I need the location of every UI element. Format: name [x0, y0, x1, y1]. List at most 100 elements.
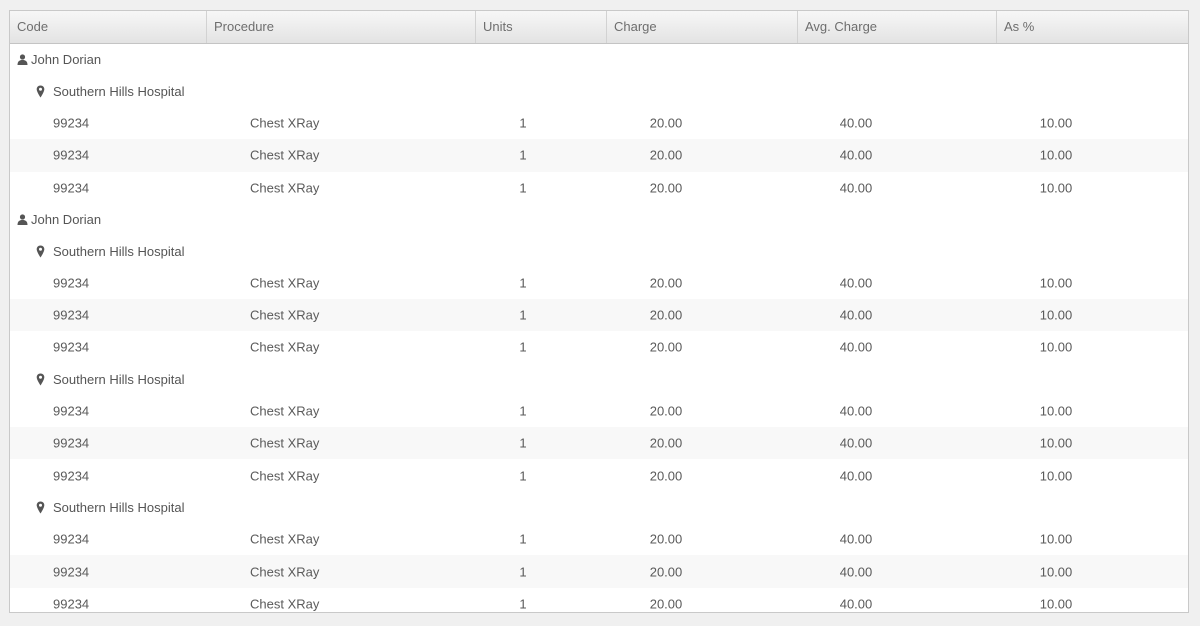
table-row[interactable]: 99234 Chest XRay 1 20.00 40.00 10.00	[10, 459, 1188, 491]
cell-code: 99234	[53, 531, 90, 547]
cell-units: 1	[519, 275, 527, 291]
cell-as-percent: 10.00	[1039, 435, 1073, 451]
cell-units: 1	[519, 531, 527, 547]
cell-procedure: Chest XRay	[250, 403, 320, 419]
table-row[interactable]: 99234 Chest XRay 1 20.00 40.00 10.00	[10, 172, 1188, 204]
table-row[interactable]: 99234 Chest XRay 1 20.00 40.00 10.00	[10, 267, 1188, 299]
cell-code: 99234	[53, 339, 90, 355]
group-location-label: Southern Hills Hospital	[53, 499, 185, 515]
cell-procedure: Chest XRay	[250, 468, 320, 484]
group-location-label: Southern Hills Hospital	[53, 243, 185, 259]
group-row-location[interactable]: Southern Hills Hospital	[10, 235, 1188, 267]
cell-units: 1	[519, 147, 527, 163]
cell-units: 1	[519, 180, 527, 196]
cell-procedure: Chest XRay	[250, 564, 320, 580]
cell-avg-charge: 40.00	[839, 531, 873, 547]
cell-units: 1	[519, 307, 527, 323]
cell-procedure: Chest XRay	[250, 531, 320, 547]
cell-units: 1	[519, 115, 527, 131]
column-header-avg-charge[interactable]: Avg. Charge	[798, 11, 997, 43]
grid-body: John Dorian Southern Hills Hospital 99234 C…	[10, 44, 1188, 612]
cell-as-percent: 10.00	[1039, 339, 1073, 355]
table-row[interactable]: 99234 Chest XRay 1 20.00 40.00 10.00	[10, 395, 1188, 427]
cell-as-percent: 10.00	[1039, 403, 1073, 419]
column-header-code[interactable]: Code	[10, 11, 207, 43]
table-row[interactable]: 99234 Chest XRay 1 20.00 40.00 10.00	[10, 555, 1188, 588]
table-row[interactable]: 99234 Chest XRay 1 20.00 40.00 10.00	[10, 299, 1188, 332]
person-icon	[16, 213, 29, 227]
cell-procedure: Chest XRay	[250, 339, 320, 355]
procedures-grid: Code Procedure Units Charge Avg. Charge …	[9, 10, 1189, 613]
map-pin-icon	[34, 372, 47, 386]
cell-code: 99234	[53, 596, 90, 612]
cell-avg-charge: 40.00	[839, 596, 873, 612]
cell-procedure: Chest XRay	[250, 307, 320, 323]
cell-code: 99234	[53, 564, 90, 580]
cell-charge: 20.00	[649, 468, 683, 484]
cell-procedure: Chest XRay	[250, 435, 320, 451]
group-user-label: John Dorian	[31, 52, 102, 68]
cell-code: 99234	[53, 307, 90, 323]
table-row[interactable]: 99234 Chest XRay 1 20.00 40.00 10.00	[10, 427, 1188, 460]
cell-units: 1	[519, 564, 527, 580]
group-row-user[interactable]: John Dorian	[10, 44, 1188, 76]
cell-charge: 20.00	[649, 180, 683, 196]
cell-units: 1	[519, 596, 527, 612]
cell-procedure: Chest XRay	[250, 115, 320, 131]
table-row[interactable]: 99234 Chest XRay 1 20.00 40.00 10.00	[10, 523, 1188, 555]
cell-code: 99234	[53, 180, 90, 196]
column-header-charge[interactable]: Charge	[607, 11, 798, 43]
cell-code: 99234	[53, 403, 90, 419]
cell-charge: 20.00	[649, 596, 683, 612]
cell-code: 99234	[53, 435, 90, 451]
cell-as-percent: 10.00	[1039, 531, 1073, 547]
table-row[interactable]: 99234 Chest XRay 1 20.00 40.00 10.00	[10, 588, 1188, 612]
group-row-user[interactable]: John Dorian	[10, 204, 1188, 236]
column-header-procedure[interactable]: Procedure	[207, 11, 476, 43]
map-pin-icon	[34, 84, 47, 98]
cell-charge: 20.00	[649, 307, 683, 323]
cell-as-percent: 10.00	[1039, 147, 1073, 163]
cell-as-percent: 10.00	[1039, 596, 1073, 612]
cell-avg-charge: 40.00	[839, 403, 873, 419]
cell-avg-charge: 40.00	[839, 115, 873, 131]
cell-code: 99234	[53, 468, 90, 484]
cell-avg-charge: 40.00	[839, 307, 873, 323]
cell-as-percent: 10.00	[1039, 115, 1073, 131]
group-location-label: Southern Hills Hospital	[53, 371, 185, 387]
cell-charge: 20.00	[649, 564, 683, 580]
cell-units: 1	[519, 468, 527, 484]
cell-avg-charge: 40.00	[839, 180, 873, 196]
table-row[interactable]: 99234 Chest XRay 1 20.00 40.00 10.00	[10, 139, 1188, 172]
cell-procedure: Chest XRay	[250, 275, 320, 291]
cell-code: 99234	[53, 147, 90, 163]
cell-procedure: Chest XRay	[250, 180, 320, 196]
cell-units: 1	[519, 435, 527, 451]
cell-charge: 20.00	[649, 115, 683, 131]
grid-header: Code Procedure Units Charge Avg. Charge …	[10, 11, 1188, 44]
group-row-location[interactable]: Southern Hills Hospital	[10, 76, 1188, 108]
group-row-location[interactable]: Southern Hills Hospital	[10, 492, 1188, 524]
cell-as-percent: 10.00	[1039, 307, 1073, 323]
cell-charge: 20.00	[649, 531, 683, 547]
map-pin-icon	[34, 500, 47, 514]
column-header-units[interactable]: Units	[476, 11, 607, 43]
column-header-as-percent[interactable]: As %	[997, 11, 1188, 43]
table-row[interactable]: 99234 Chest XRay 1 20.00 40.00 10.00	[10, 331, 1188, 363]
cell-avg-charge: 40.00	[839, 435, 873, 451]
group-row-location[interactable]: Southern Hills Hospital	[10, 364, 1188, 396]
cell-charge: 20.00	[649, 435, 683, 451]
cell-avg-charge: 40.00	[839, 564, 873, 580]
cell-as-percent: 10.00	[1039, 180, 1073, 196]
cell-charge: 20.00	[649, 147, 683, 163]
cell-charge: 20.00	[649, 403, 683, 419]
person-icon	[16, 53, 29, 67]
table-row[interactable]: 99234 Chest XRay 1 20.00 40.00 10.00	[10, 107, 1188, 139]
cell-code: 99234	[53, 275, 90, 291]
cell-code: 99234	[53, 115, 90, 131]
group-user-label: John Dorian	[31, 212, 102, 228]
cell-charge: 20.00	[649, 275, 683, 291]
map-pin-icon	[34, 244, 47, 258]
cell-avg-charge: 40.00	[839, 275, 873, 291]
cell-units: 1	[519, 339, 527, 355]
